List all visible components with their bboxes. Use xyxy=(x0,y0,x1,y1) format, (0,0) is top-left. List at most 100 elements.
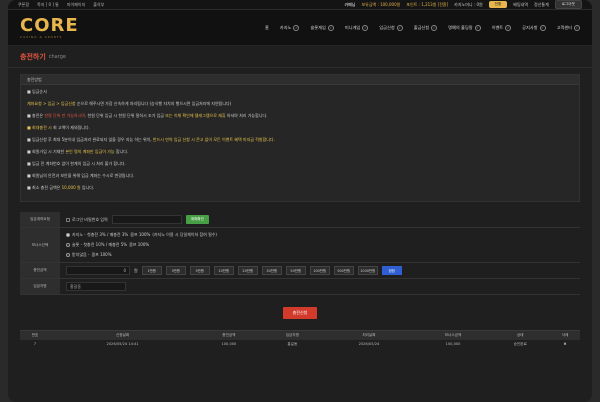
logout-button[interactable]: 로그아웃 xyxy=(554,0,582,9)
menu-slot[interactable]: 슬롯게임 ✓ xyxy=(310,24,334,31)
col-bonus: 보너스금액 xyxy=(415,330,491,340)
cell-depositor: 홍길동 xyxy=(287,341,298,346)
page-title-korean: 충전하기 xyxy=(20,52,46,61)
menu-casino[interactable]: 카지노 ✓ xyxy=(280,24,300,31)
bet-history-link[interactable]: 배팅내역 xyxy=(513,2,528,8)
user-name: 카페님 xyxy=(344,1,356,7)
menu-hall-of-fame[interactable]: 명예의 홀딩팡 ✓ xyxy=(448,24,481,31)
convert-button[interactable]: 전환 xyxy=(488,1,508,8)
instruction-title: ■ 입금순서 xyxy=(27,89,47,94)
menu-notice[interactable]: 공지사항 ✓ xyxy=(522,24,546,31)
instruction-line: ■ 최소 충전 금액은 10,000 원 입니다. xyxy=(27,185,95,190)
cell-bonus: 100,000 xyxy=(445,342,461,346)
bonus-row: 보너스선택 카지노 - 첫충전 3% / 매충전 3% 콤프 100% (카지노… xyxy=(20,228,580,263)
casino-money-display: 카지노머니 : 0원 xyxy=(454,1,483,7)
col-number: 번호 xyxy=(20,330,50,340)
amount-500k-button[interactable]: 50만원 xyxy=(285,266,306,275)
menu-support[interactable]: 고객센터 ✓ xyxy=(557,24,580,31)
password-checkbox[interactable]: 로그인 비밀번호 입력 xyxy=(66,217,108,223)
table-header-row: 번호 신청날짜 충전금액 입금자명 처리날짜 보너스금액 상태 삭제 xyxy=(20,330,580,340)
bonus-label: 보너스선택 xyxy=(20,228,60,262)
site-logo[interactable]: CORE CASINO & SPORTS xyxy=(20,14,79,39)
amount-1m-button[interactable]: 100만원 xyxy=(309,266,330,275)
amount-30k-button[interactable]: 3만원 xyxy=(165,266,186,275)
top-utility-bar: 쿠폰함 쪽지 [ 0 ] 통 마이페이지 출석부 카페님 보유금액 : 100,… xyxy=(8,0,592,10)
amount-200k-button[interactable]: 20만원 xyxy=(237,266,258,275)
amount-100k-button[interactable]: 10만원 xyxy=(213,266,234,275)
col-request-date: 신청날짜 xyxy=(49,330,196,340)
check-circle-icon: ✓ xyxy=(327,24,334,31)
submit-deposit-button[interactable]: 충전신청 xyxy=(282,307,318,319)
cell-amount: 100,000 xyxy=(221,342,237,346)
instruction-line: 계좌요청 > 입금 > 입금신청 순으로 해주시면 가장 신속하게 처리됩니다 … xyxy=(27,101,232,106)
menu-deposit[interactable]: 입금신청 ✓ xyxy=(379,24,403,31)
col-status: 상태 xyxy=(490,330,551,340)
amount-unit: 원 xyxy=(134,267,138,273)
delete-icon[interactable]: ✖ xyxy=(550,340,580,349)
col-delete: 삭제 xyxy=(550,330,580,340)
instruction-line: ■ 회원가입 시 기재한 본인 명의 계좌만 입금이 가능 합니다. xyxy=(27,149,129,154)
table-row: 7 2026/05/24 14:41 100,000 홍길동 2026/05/2… xyxy=(20,340,580,349)
col-amount: 충전금액 xyxy=(195,330,263,340)
checkbox-icon xyxy=(66,217,70,222)
balance-display: 보유금액 : 100,000원 xyxy=(361,1,401,7)
account-check-button[interactable]: 계좌확인 xyxy=(185,215,209,224)
menu-minigame[interactable]: 미니게임 ✓ xyxy=(345,24,369,31)
instruction-line: ■ 회원님의 안전과 보안을 위해 입금 계좌는 수시로 변경됩니다. xyxy=(27,173,135,178)
check-circle-icon: ✓ xyxy=(293,24,300,31)
page-title-english: charge xyxy=(48,53,66,60)
col-depositor: 입금자명 xyxy=(262,330,323,340)
point-display[interactable]: 포인트 : 1,213원 [전환] xyxy=(406,2,448,8)
deposit-form: 입금계좌요청 로그인 비밀번호 입력 계좌확인 보너스선택 카지노 - 첫충전 … xyxy=(20,212,580,295)
app-frame: 쿠폰함 쪽지 [ 0 ] 통 마이페이지 출석부 카페님 보유금액 : 100,… xyxy=(8,0,592,402)
radio-icon xyxy=(66,253,70,257)
cell-number: 7 xyxy=(33,342,37,346)
messages-link[interactable]: 쪽지 [ 0 ] 통 xyxy=(37,2,59,8)
amount-label: 충전금액 xyxy=(20,263,60,278)
instruction-line: ■ 충전은 한명 단위 만 가능하시며, 천원 단위 입금 시 천원 단위 절하… xyxy=(27,113,268,118)
logo-text: CORE xyxy=(20,14,79,36)
deposit-instructions-panel: 충전방법 ■ 입금순서 계좌요청 > 입금 > 입금신청 순으로 해주시면 가장… xyxy=(20,74,580,202)
amount-reset-button[interactable]: 정정 xyxy=(381,266,402,275)
amount-10k-button[interactable]: 1만원 xyxy=(141,266,162,275)
submit-area: 충전신청 xyxy=(8,307,592,319)
check-circle-icon: ✓ xyxy=(474,24,481,31)
page-title: 충전하기 charge xyxy=(8,46,592,68)
menu-withdraw[interactable]: 출금신청 ✓ xyxy=(414,24,438,31)
check-circle-icon: ✓ xyxy=(396,24,403,31)
coupon-link[interactable]: 쿠폰함 xyxy=(18,2,29,8)
depositor-label: 입금자명 xyxy=(20,279,60,294)
mypage-link[interactable]: 마이페이지 xyxy=(67,2,85,8)
check-circle-icon: ✓ xyxy=(505,24,512,31)
cell-process-date: 2026/05/24 xyxy=(358,342,380,346)
depositor-input[interactable]: 홍길동 xyxy=(66,282,126,291)
amount-10m-button[interactable]: 1000만원 xyxy=(357,266,378,275)
cell-request-date: 2026/05/24 14:41 xyxy=(106,342,139,346)
settlement-link[interactable]: 정산통계 xyxy=(534,2,549,8)
radio-icon xyxy=(66,243,70,247)
account-request-label: 입금계좌요청 xyxy=(20,212,60,227)
check-circle-icon: ✓ xyxy=(362,24,369,31)
instruction-line: ■ 최대충전 시 최 고액이 제외됩니다. xyxy=(27,125,90,130)
bonus-option-none[interactable]: 받지않음 - 콤프 100% xyxy=(66,252,112,258)
radio-icon xyxy=(66,233,70,237)
amount-row: 충전금액 0 원 1만원 3만원 5만원 10만원 20만원 30만원 50만원… xyxy=(20,263,580,279)
amount-5m-button[interactable]: 500만원 xyxy=(333,266,354,275)
check-circle-icon: ✓ xyxy=(574,24,580,31)
bonus-option-casino[interactable]: 카지노 - 첫충전 3% / 매충전 3% 콤프 100% (카지노 이용 시 … xyxy=(66,232,217,238)
menu-event[interactable]: 이벤트 ✓ xyxy=(492,24,512,31)
attendance-link[interactable]: 출석부 xyxy=(93,2,104,8)
amount-input[interactable]: 0 xyxy=(66,266,130,275)
instruction-line: ■ 입금신청 후 최대 5분이내 입금처리 완료되지 않을 경우 지능 하는 위… xyxy=(27,137,275,142)
col-process-date: 처리날짜 xyxy=(322,330,416,340)
check-circle-icon: ✓ xyxy=(539,24,546,31)
logo-subtext: CASINO & SPORTS xyxy=(20,34,63,39)
account-request-row: 입금계좌요청 로그인 비밀번호 입력 계좌확인 xyxy=(20,212,580,228)
bonus-option-slot[interactable]: 슬롯 - 첫충전 10% / 매충전 5% 콤프 100% xyxy=(66,242,149,248)
cell-status: 승인완료 xyxy=(513,341,527,346)
amount-50k-button[interactable]: 5만원 xyxy=(189,266,210,275)
amount-300k-button[interactable]: 30만원 xyxy=(261,266,282,275)
instruction-list: ■ 입금순서 계좌요청 > 입금 > 입금신청 순으로 해주시면 가장 신속하게… xyxy=(21,85,579,201)
menu-home[interactable]: 홈 xyxy=(265,25,269,31)
password-input[interactable] xyxy=(111,215,182,224)
